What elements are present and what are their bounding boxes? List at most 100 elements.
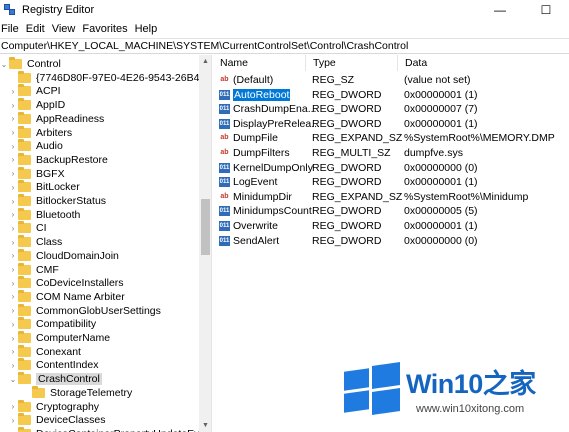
chevron-right-icon[interactable]: › <box>9 87 17 96</box>
column-header-type[interactable]: Type <box>306 55 398 71</box>
chevron-right-icon[interactable]: › <box>9 265 17 274</box>
value-row[interactable]: 011 Overwrite REG_DWORD 0x00000001 (1) <box>213 219 569 233</box>
tree-item[interactable]: › CMF <box>9 262 59 277</box>
tree-scrollbar[interactable]: ▲ ▼ <box>199 55 211 432</box>
value-name: DumpFile <box>233 132 278 145</box>
scroll-up-arrow-icon[interactable]: ▲ <box>199 55 211 68</box>
value-row[interactable]: 011 SendAlert REG_DWORD 0x00000000 (0) <box>213 234 569 248</box>
value-row[interactable]: ab MinidumpDir REG_EXPAND_SZ %SystemRoot%\M… <box>213 190 569 204</box>
tree-item[interactable]: › ContentIndex <box>9 358 98 372</box>
tree-item[interactable]: StorageTelemetry <box>23 385 132 400</box>
tree-item-label: ContentIndex <box>36 359 99 372</box>
scroll-down-arrow-icon[interactable]: ▼ <box>199 419 211 432</box>
chevron-right-icon[interactable]: › <box>9 128 17 137</box>
tree-item-label: CMF <box>36 263 59 276</box>
folder-icon <box>18 180 31 193</box>
tree-item[interactable]: › AppReadiness <box>9 111 104 126</box>
dword-value-icon: 011 <box>219 177 230 188</box>
folder-icon <box>18 344 31 357</box>
value-row[interactable]: ab (Default) REG_SZ (value not set) <box>213 73 569 87</box>
tree-item[interactable]: › Cryptography <box>9 399 99 414</box>
scrollbar-thumb[interactable] <box>201 199 210 255</box>
value-row[interactable]: 011 MinidumpsCount REG_DWORD 0x00000005 (5) <box>213 204 569 218</box>
tree-item-label: BackupRestore <box>36 153 108 166</box>
tree-item-label: CI <box>36 222 47 235</box>
value-row[interactable]: 011 AutoReboot REG_DWORD 0x00000001 (1) <box>213 88 569 102</box>
folder-icon <box>18 235 31 248</box>
folder-icon <box>18 289 31 302</box>
tree-item[interactable]: › BGFX <box>9 166 65 181</box>
folder-icon <box>18 166 31 179</box>
chevron-right-icon[interactable]: › <box>9 169 17 178</box>
chevron-right-icon[interactable]: › <box>9 402 17 411</box>
value-row[interactable]: 011 DisplayPreRelea... REG_DWORD 0x00000001… <box>213 117 569 131</box>
tree-item[interactable]: › Conexant <box>9 344 81 359</box>
chevron-down-icon[interactable]: ⌄ <box>9 375 17 384</box>
menu-help[interactable]: Help <box>133 23 163 35</box>
chevron-right-icon[interactable]: › <box>9 101 17 110</box>
tree-item[interactable]: › COM Name Arbiter <box>9 289 125 304</box>
chevron-right-icon[interactable]: › <box>9 251 17 260</box>
value-name: KernelDumpOnly <box>233 161 313 174</box>
chevron-down-icon[interactable]: ⌄ <box>0 60 8 69</box>
minimize-button[interactable]: — <box>477 0 523 20</box>
address-bar[interactable]: Computer\HKEY_LOCAL_MACHINE\SYSTEM\Curre… <box>0 38 569 54</box>
value-row[interactable]: ab DumpFilters REG_MULTI_SZ dumpfve.sys <box>213 146 569 160</box>
tree-item[interactable]: › CoDeviceInstallers <box>9 276 124 290</box>
tree-item[interactable]: › ComputerName <box>9 331 110 345</box>
chevron-right-icon[interactable]: › <box>9 155 17 164</box>
value-name: DisplayPreRelea... <box>233 117 320 130</box>
window-title: Registry Editor <box>22 4 95 16</box>
value-row[interactable]: 011 LogEvent REG_DWORD 0x00000001 (1) <box>213 175 569 189</box>
chevron-right-icon[interactable]: › <box>9 114 17 123</box>
tree-item[interactable]: ⌄ Control <box>0 57 61 71</box>
tree-item[interactable]: › AppID <box>9 98 65 112</box>
column-header-name[interactable]: Name <box>213 55 306 71</box>
column-header-data[interactable]: Data <box>398 55 569 71</box>
tree-item[interactable]: › Class <box>9 235 62 249</box>
chevron-right-icon[interactable]: › <box>9 416 17 425</box>
chevron-right-icon[interactable]: › <box>9 334 17 343</box>
tree-item[interactable]: ›DeviceContainerPropertyUpdateEvents <box>9 426 211 432</box>
tree-item[interactable]: › ACPI <box>9 84 61 98</box>
tree-item[interactable]: › BackupRestore <box>9 152 108 167</box>
chevron-right-icon[interactable]: › <box>9 210 17 219</box>
tree-item-label: COM Name Arbiter <box>36 290 125 303</box>
chevron-right-icon[interactable]: › <box>9 224 17 233</box>
menu-view[interactable]: View <box>50 23 81 35</box>
tree-item[interactable]: › Compatibility <box>9 317 96 331</box>
watermark: Win10之家 www.win10xitong.com <box>336 352 569 432</box>
chevron-right-icon[interactable]: › <box>9 306 17 315</box>
tree-item[interactable]: › CommonGlobUserSettings <box>9 303 161 318</box>
tree-item[interactable]: ⌄ CrashControl <box>9 372 102 386</box>
value-row[interactable]: 011 CrashDumpEna... REG_DWORD 0x00000007 (7… <box>213 102 569 116</box>
chevron-right-icon[interactable]: › <box>9 142 17 151</box>
chevron-right-icon[interactable]: › <box>9 347 17 356</box>
chevron-right-icon[interactable]: › <box>9 183 17 192</box>
menu-edit[interactable]: Edit <box>24 23 50 35</box>
chevron-right-icon[interactable]: › <box>9 238 17 247</box>
dword-value-icon: 011 <box>219 89 230 100</box>
tree-item[interactable]: › CloudDomainJoin <box>9 248 119 263</box>
tree-item[interactable]: › BitlockerStatus <box>9 194 106 208</box>
chevron-right-icon[interactable]: › <box>9 292 17 301</box>
tree-item[interactable]: › Audio <box>9 139 63 153</box>
tree-item[interactable]: {7746D80F-97E0-4E26-9543-26B41FC22F79} <box>9 70 211 85</box>
chevron-right-icon[interactable]: › <box>9 279 17 288</box>
tree-item[interactable]: › Bluetooth <box>9 207 80 222</box>
folder-icon <box>18 221 31 234</box>
tree-item[interactable]: › Arbiters <box>9 125 72 140</box>
menu-file[interactable]: File <box>0 23 24 35</box>
tree-item[interactable]: › CI <box>9 221 47 235</box>
menu-favorites[interactable]: Favorites <box>80 23 132 35</box>
tree-item-label: BitlockerStatus <box>36 195 107 207</box>
value-row[interactable]: ab DumpFile REG_EXPAND_SZ %SystemRoot%\MEMO… <box>213 131 569 145</box>
value-row[interactable]: 011 KernelDumpOnly REG_DWORD 0x00000000 (0) <box>213 161 569 175</box>
chevron-right-icon[interactable]: › <box>9 320 17 329</box>
tree-item[interactable]: › BitLocker <box>9 180 80 194</box>
chevron-right-icon[interactable]: › <box>9 361 17 370</box>
value-type: REG_DWORD <box>312 88 382 101</box>
maximize-button[interactable]: ☐ <box>523 0 569 20</box>
chevron-right-icon[interactable]: › <box>9 197 17 206</box>
tree-item[interactable]: › DeviceClasses <box>9 413 105 427</box>
